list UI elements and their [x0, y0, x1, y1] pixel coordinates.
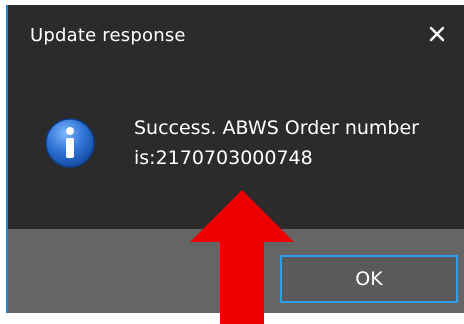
dialog-message: Success. ABWS Order number is:2170703000… — [134, 113, 454, 173]
close-button[interactable] — [424, 21, 450, 47]
red-arrow-annotation — [190, 190, 294, 324]
message-line-1: Success. ABWS Order number — [134, 117, 419, 139]
close-icon — [429, 26, 445, 42]
info-icon — [45, 118, 95, 168]
dialog-title: Update response — [30, 25, 186, 46]
screenshot-stage: Update response Success. ABWS Order numb… — [0, 0, 464, 324]
message-line-2: is:2170703000748 — [134, 147, 313, 169]
dialog-titlebar: Update response — [8, 5, 464, 63]
ok-button[interactable]: OK — [280, 255, 458, 303]
